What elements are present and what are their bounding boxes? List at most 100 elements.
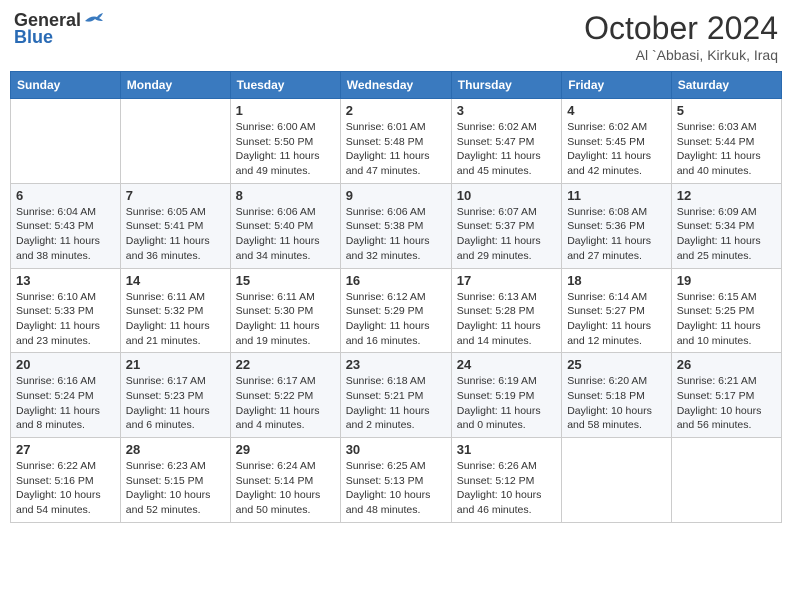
calendar-day-cell [11, 99, 121, 184]
calendar-day-cell: 14 Sunrise: 6:11 AMSunset: 5:32 PMDaylig… [120, 268, 230, 353]
day-info: Sunrise: 6:25 AMSunset: 5:13 PMDaylight:… [346, 459, 446, 518]
day-of-week-header: Saturday [671, 72, 781, 99]
calendar-day-cell: 18 Sunrise: 6:14 AMSunset: 5:27 PMDaylig… [562, 268, 672, 353]
calendar-day-cell [562, 438, 672, 523]
day-info: Sunrise: 6:12 AMSunset: 5:29 PMDaylight:… [346, 290, 446, 349]
day-number: 21 [126, 357, 225, 372]
day-number: 28 [126, 442, 225, 457]
day-info: Sunrise: 6:26 AMSunset: 5:12 PMDaylight:… [457, 459, 556, 518]
day-number: 5 [677, 103, 776, 118]
day-info: Sunrise: 6:05 AMSunset: 5:41 PMDaylight:… [126, 205, 225, 264]
calendar-table: SundayMondayTuesdayWednesdayThursdayFrid… [10, 71, 782, 523]
day-info: Sunrise: 6:22 AMSunset: 5:16 PMDaylight:… [16, 459, 115, 518]
day-number: 6 [16, 188, 115, 203]
calendar-day-cell: 11 Sunrise: 6:08 AMSunset: 5:36 PMDaylig… [562, 183, 672, 268]
day-info: Sunrise: 6:14 AMSunset: 5:27 PMDaylight:… [567, 290, 666, 349]
calendar-day-cell: 12 Sunrise: 6:09 AMSunset: 5:34 PMDaylig… [671, 183, 781, 268]
day-info: Sunrise: 6:20 AMSunset: 5:18 PMDaylight:… [567, 374, 666, 433]
calendar-day-cell: 16 Sunrise: 6:12 AMSunset: 5:29 PMDaylig… [340, 268, 451, 353]
calendar-day-cell: 17 Sunrise: 6:13 AMSunset: 5:28 PMDaylig… [451, 268, 561, 353]
day-number: 9 [346, 188, 446, 203]
day-of-week-header: Wednesday [340, 72, 451, 99]
day-info: Sunrise: 6:19 AMSunset: 5:19 PMDaylight:… [457, 374, 556, 433]
day-number: 11 [567, 188, 666, 203]
day-info: Sunrise: 6:03 AMSunset: 5:44 PMDaylight:… [677, 120, 776, 179]
day-info: Sunrise: 6:15 AMSunset: 5:25 PMDaylight:… [677, 290, 776, 349]
day-number: 15 [236, 273, 335, 288]
day-number: 20 [16, 357, 115, 372]
day-info: Sunrise: 6:07 AMSunset: 5:37 PMDaylight:… [457, 205, 556, 264]
day-info: Sunrise: 6:13 AMSunset: 5:28 PMDaylight:… [457, 290, 556, 349]
day-number: 26 [677, 357, 776, 372]
calendar-day-cell: 3 Sunrise: 6:02 AMSunset: 5:47 PMDayligh… [451, 99, 561, 184]
calendar-week-row: 27 Sunrise: 6:22 AMSunset: 5:16 PMDaylig… [11, 438, 782, 523]
calendar-week-row: 1 Sunrise: 6:00 AMSunset: 5:50 PMDayligh… [11, 99, 782, 184]
calendar-day-cell: 22 Sunrise: 6:17 AMSunset: 5:22 PMDaylig… [230, 353, 340, 438]
day-info: Sunrise: 6:01 AMSunset: 5:48 PMDaylight:… [346, 120, 446, 179]
day-number: 4 [567, 103, 666, 118]
day-info: Sunrise: 6:02 AMSunset: 5:47 PMDaylight:… [457, 120, 556, 179]
day-number: 25 [567, 357, 666, 372]
day-info: Sunrise: 6:24 AMSunset: 5:14 PMDaylight:… [236, 459, 335, 518]
month-title: October 2024 [584, 10, 778, 47]
calendar-day-cell: 31 Sunrise: 6:26 AMSunset: 5:12 PMDaylig… [451, 438, 561, 523]
day-number: 12 [677, 188, 776, 203]
day-info: Sunrise: 6:21 AMSunset: 5:17 PMDaylight:… [677, 374, 776, 433]
day-number: 8 [236, 188, 335, 203]
calendar-day-cell: 10 Sunrise: 6:07 AMSunset: 5:37 PMDaylig… [451, 183, 561, 268]
day-number: 3 [457, 103, 556, 118]
calendar-week-row: 6 Sunrise: 6:04 AMSunset: 5:43 PMDayligh… [11, 183, 782, 268]
calendar-day-cell: 21 Sunrise: 6:17 AMSunset: 5:23 PMDaylig… [120, 353, 230, 438]
day-info: Sunrise: 6:10 AMSunset: 5:33 PMDaylight:… [16, 290, 115, 349]
day-info: Sunrise: 6:06 AMSunset: 5:38 PMDaylight:… [346, 205, 446, 264]
day-number: 19 [677, 273, 776, 288]
calendar-week-row: 20 Sunrise: 6:16 AMSunset: 5:24 PMDaylig… [11, 353, 782, 438]
day-of-week-header: Tuesday [230, 72, 340, 99]
logo-bird-icon [83, 13, 103, 29]
calendar-day-cell: 24 Sunrise: 6:19 AMSunset: 5:19 PMDaylig… [451, 353, 561, 438]
title-block: October 2024 Al `Abbasi, Kirkuk, Iraq [584, 10, 778, 63]
day-info: Sunrise: 6:18 AMSunset: 5:21 PMDaylight:… [346, 374, 446, 433]
calendar-day-cell: 23 Sunrise: 6:18 AMSunset: 5:21 PMDaylig… [340, 353, 451, 438]
calendar-day-cell [671, 438, 781, 523]
calendar-day-cell: 4 Sunrise: 6:02 AMSunset: 5:45 PMDayligh… [562, 99, 672, 184]
calendar-day-cell: 27 Sunrise: 6:22 AMSunset: 5:16 PMDaylig… [11, 438, 121, 523]
calendar-day-cell: 20 Sunrise: 6:16 AMSunset: 5:24 PMDaylig… [11, 353, 121, 438]
day-number: 29 [236, 442, 335, 457]
day-info: Sunrise: 6:11 AMSunset: 5:32 PMDaylight:… [126, 290, 225, 349]
location: Al `Abbasi, Kirkuk, Iraq [584, 47, 778, 63]
page-header: General Blue October 2024 Al `Abbasi, Ki… [10, 10, 782, 63]
day-info: Sunrise: 6:11 AMSunset: 5:30 PMDaylight:… [236, 290, 335, 349]
day-number: 27 [16, 442, 115, 457]
day-of-week-header: Sunday [11, 72, 121, 99]
day-number: 23 [346, 357, 446, 372]
calendar-week-row: 13 Sunrise: 6:10 AMSunset: 5:33 PMDaylig… [11, 268, 782, 353]
calendar-header-row: SundayMondayTuesdayWednesdayThursdayFrid… [11, 72, 782, 99]
logo: General Blue [14, 10, 103, 48]
day-info: Sunrise: 6:17 AMSunset: 5:23 PMDaylight:… [126, 374, 225, 433]
calendar-day-cell: 6 Sunrise: 6:04 AMSunset: 5:43 PMDayligh… [11, 183, 121, 268]
calendar-day-cell: 9 Sunrise: 6:06 AMSunset: 5:38 PMDayligh… [340, 183, 451, 268]
day-number: 10 [457, 188, 556, 203]
day-number: 22 [236, 357, 335, 372]
calendar-day-cell: 25 Sunrise: 6:20 AMSunset: 5:18 PMDaylig… [562, 353, 672, 438]
day-number: 31 [457, 442, 556, 457]
day-number: 17 [457, 273, 556, 288]
calendar-day-cell: 15 Sunrise: 6:11 AMSunset: 5:30 PMDaylig… [230, 268, 340, 353]
calendar-day-cell: 1 Sunrise: 6:00 AMSunset: 5:50 PMDayligh… [230, 99, 340, 184]
calendar-day-cell: 5 Sunrise: 6:03 AMSunset: 5:44 PMDayligh… [671, 99, 781, 184]
calendar-day-cell: 2 Sunrise: 6:01 AMSunset: 5:48 PMDayligh… [340, 99, 451, 184]
calendar-day-cell: 28 Sunrise: 6:23 AMSunset: 5:15 PMDaylig… [120, 438, 230, 523]
day-number: 7 [126, 188, 225, 203]
day-info: Sunrise: 6:17 AMSunset: 5:22 PMDaylight:… [236, 374, 335, 433]
day-number: 16 [346, 273, 446, 288]
day-number: 14 [126, 273, 225, 288]
calendar-day-cell: 19 Sunrise: 6:15 AMSunset: 5:25 PMDaylig… [671, 268, 781, 353]
day-number: 24 [457, 357, 556, 372]
calendar-day-cell: 30 Sunrise: 6:25 AMSunset: 5:13 PMDaylig… [340, 438, 451, 523]
day-info: Sunrise: 6:04 AMSunset: 5:43 PMDaylight:… [16, 205, 115, 264]
day-info: Sunrise: 6:16 AMSunset: 5:24 PMDaylight:… [16, 374, 115, 433]
day-info: Sunrise: 6:00 AMSunset: 5:50 PMDaylight:… [236, 120, 335, 179]
calendar-day-cell: 13 Sunrise: 6:10 AMSunset: 5:33 PMDaylig… [11, 268, 121, 353]
calendar-day-cell [120, 99, 230, 184]
